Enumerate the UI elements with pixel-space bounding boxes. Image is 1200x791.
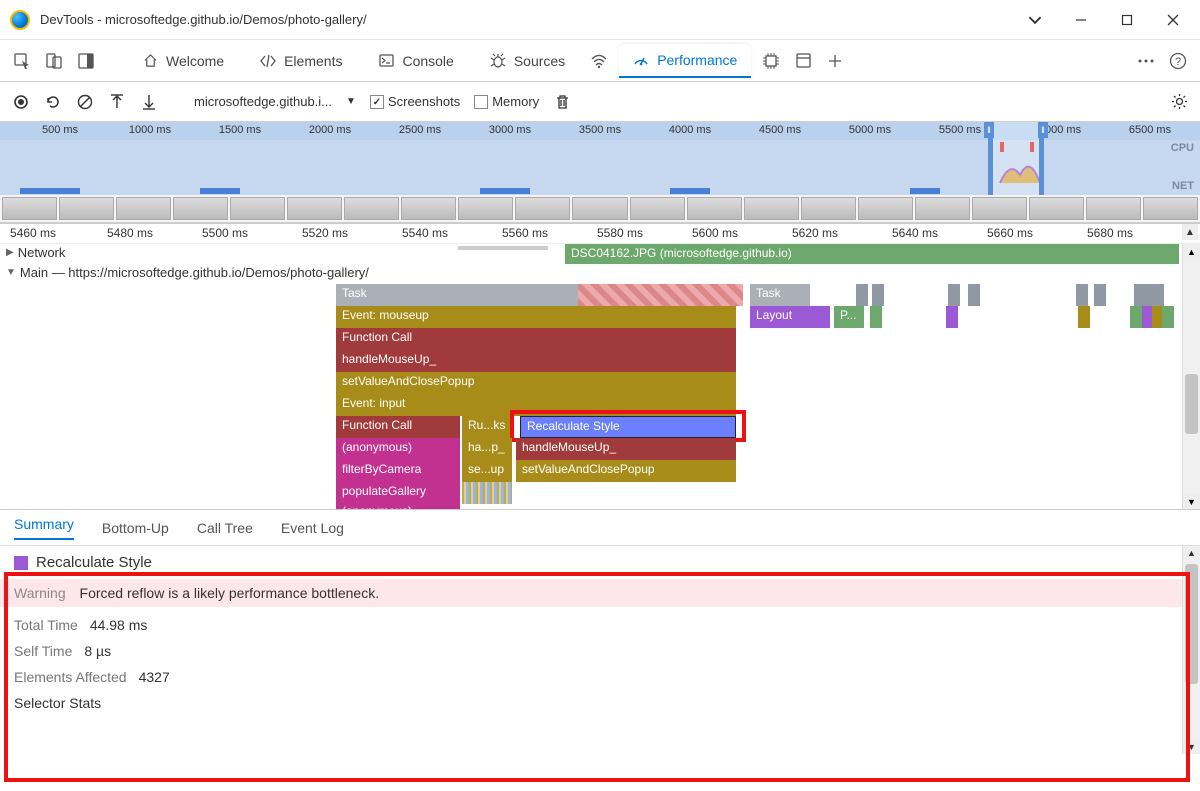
download-icon[interactable] xyxy=(140,93,158,111)
selection-handle-left[interactable]: ‖ xyxy=(984,122,994,138)
flame-event-mouseup[interactable]: Event: mouseup xyxy=(336,306,736,328)
window-title: DevTools - microsoftedge.github.io/Demos… xyxy=(40,12,1026,27)
tab-console[interactable]: Console xyxy=(364,45,467,77)
tab-bottomup[interactable]: Bottom-Up xyxy=(102,520,169,536)
summary-scrollbar[interactable]: ▲ ▼ xyxy=(1182,546,1200,754)
flame-function-call[interactable]: Function Call xyxy=(336,328,736,350)
plus-icon[interactable] xyxy=(823,49,847,73)
main-track-header[interactable]: ▼Main — https://microsoftedge.github.io/… xyxy=(0,264,375,281)
tab-summary[interactable]: Summary xyxy=(14,516,74,540)
clear-button[interactable] xyxy=(76,93,94,111)
cpu-label: CPU xyxy=(1171,142,1194,154)
flame-function-call-2[interactable]: Function Call xyxy=(336,416,460,438)
network-track-header[interactable]: ▶Network xyxy=(0,244,71,261)
flame-filterbycamera[interactable]: filterByCamera xyxy=(336,460,460,482)
window-titlebar: DevTools - microsoftedge.github.io/Demos… xyxy=(0,0,1200,40)
tab-welcome[interactable]: Welcome xyxy=(128,45,238,77)
self-time-value: 8 µs xyxy=(84,643,111,659)
total-time-value: 44.98 ms xyxy=(90,617,148,633)
edge-devtools-icon xyxy=(10,10,30,30)
summary-tabs: Summary Bottom-Up Call Tree Event Log xyxy=(0,510,1200,546)
tab-label: Elements xyxy=(284,53,342,69)
self-time-label: Self Time xyxy=(14,643,72,659)
total-time-label: Total Time xyxy=(14,617,78,633)
flame-task-long xyxy=(578,284,743,306)
selector-stats-link[interactable]: Selector Stats xyxy=(14,695,101,711)
timeline-overview[interactable]: 500 ms 1000 ms 1500 ms 2000 ms 2500 ms 3… xyxy=(0,122,1200,224)
tab-label: Performance xyxy=(657,52,737,68)
gauge-icon xyxy=(633,52,649,68)
scroll-up-icon[interactable]: ▲ xyxy=(1182,224,1198,240)
film-frame[interactable] xyxy=(2,197,57,220)
gear-icon[interactable] xyxy=(1170,93,1188,111)
flame-task2[interactable]: Task xyxy=(750,284,810,306)
summary-title: Recalculate Style xyxy=(36,554,152,571)
warning-label: Warning xyxy=(14,585,66,601)
memory-chip-icon[interactable] xyxy=(759,49,783,73)
flame-setvalueandclosepopup[interactable]: setValueAndClosePopup xyxy=(336,372,736,394)
minimize-button[interactable] xyxy=(1072,11,1090,29)
network-conditions-icon[interactable] xyxy=(587,49,611,73)
bug-icon xyxy=(490,53,506,69)
flame-chart[interactable]: ▶Network DSC04162.JPG (microsoftedge.git… xyxy=(0,244,1200,510)
flame-anonymous-2[interactable]: (anonymous) xyxy=(336,502,460,510)
flame-scrollbar[interactable]: ▲ ▼ xyxy=(1182,244,1200,510)
flame-runtasks[interactable]: Ru...ks xyxy=(462,416,512,438)
performance-toolbar: microsoftedge.github.i... ▼ Screenshots … xyxy=(0,82,1200,122)
flame-paint[interactable]: P... xyxy=(834,306,864,328)
tab-elements[interactable]: Elements xyxy=(246,45,356,77)
upload-icon[interactable] xyxy=(108,93,126,111)
flame-seup[interactable]: se...up xyxy=(462,460,512,482)
category-color-swatch xyxy=(14,556,28,570)
home-icon xyxy=(142,53,158,69)
elements-affected-label: Elements Affected xyxy=(14,669,127,685)
close-button[interactable] xyxy=(1164,11,1182,29)
tab-label: Welcome xyxy=(166,53,224,69)
panel-tabstrip: Welcome Elements Console Sources Perform… xyxy=(0,40,1200,82)
dropdown-triangle-icon[interactable]: ▼ xyxy=(346,96,356,107)
device-toggle-icon[interactable] xyxy=(42,49,66,73)
flame-hap[interactable]: ha...p_ xyxy=(462,438,512,460)
svg-text:?: ? xyxy=(1175,56,1181,68)
flame-anonymous[interactable]: (anonymous) xyxy=(336,438,460,460)
tab-label: Console xyxy=(402,53,453,69)
selection-handle-right[interactable]: ‖ xyxy=(1038,122,1048,138)
inspect-icon[interactable] xyxy=(10,49,34,73)
warning-text: Forced reflow is a likely performance bo… xyxy=(80,585,380,601)
reload-button[interactable] xyxy=(44,93,62,111)
memory-checkbox[interactable]: Memory xyxy=(474,94,539,110)
trash-icon[interactable] xyxy=(553,93,571,111)
summary-panel: Recalculate Style Warning Forced reflow … xyxy=(0,546,1200,754)
flame-populategallery[interactable]: populateGallery xyxy=(336,482,460,504)
tab-sources[interactable]: Sources xyxy=(476,45,579,77)
warning-row: Warning Forced reflow is a likely perfor… xyxy=(0,579,1200,607)
tab-performance[interactable]: Performance xyxy=(619,44,751,78)
record-button[interactable] xyxy=(12,93,30,111)
application-icon[interactable] xyxy=(791,49,815,73)
screenshots-checkbox[interactable]: Screenshots xyxy=(370,94,460,110)
maximize-button[interactable] xyxy=(1118,11,1136,29)
tab-label: Sources xyxy=(514,53,565,69)
flame-handlemouseup-2[interactable]: handleMouseUp_ xyxy=(516,438,736,460)
code-icon xyxy=(260,53,276,69)
flame-microtasks[interactable] xyxy=(462,482,512,504)
net-label: NET xyxy=(1172,180,1194,192)
elements-affected-value: 4327 xyxy=(139,669,170,685)
recording-url[interactable]: microsoftedge.github.i... xyxy=(194,94,332,109)
tab-calltree[interactable]: Call Tree xyxy=(197,520,253,536)
dock-icon[interactable] xyxy=(74,49,98,73)
detail-ruler: 5460 ms 5480 ms 5500 ms 5520 ms 5540 ms … xyxy=(0,224,1200,244)
filmstrip xyxy=(0,195,1200,223)
flame-layout[interactable]: Layout xyxy=(750,306,830,328)
more-icon[interactable] xyxy=(1134,49,1158,73)
network-item[interactable]: DSC04162.JPG (microsoftedge.github.io) xyxy=(565,244,1179,264)
chevron-down-icon[interactable] xyxy=(1026,11,1044,29)
flame-setvalueandclosepopup-2[interactable]: setValueAndClosePopup xyxy=(516,460,736,482)
tab-eventlog[interactable]: Event Log xyxy=(281,520,344,536)
flame-handlemouseup[interactable]: handleMouseUp_ xyxy=(336,350,736,372)
console-icon xyxy=(378,53,394,69)
help-icon[interactable]: ? xyxy=(1166,49,1190,73)
